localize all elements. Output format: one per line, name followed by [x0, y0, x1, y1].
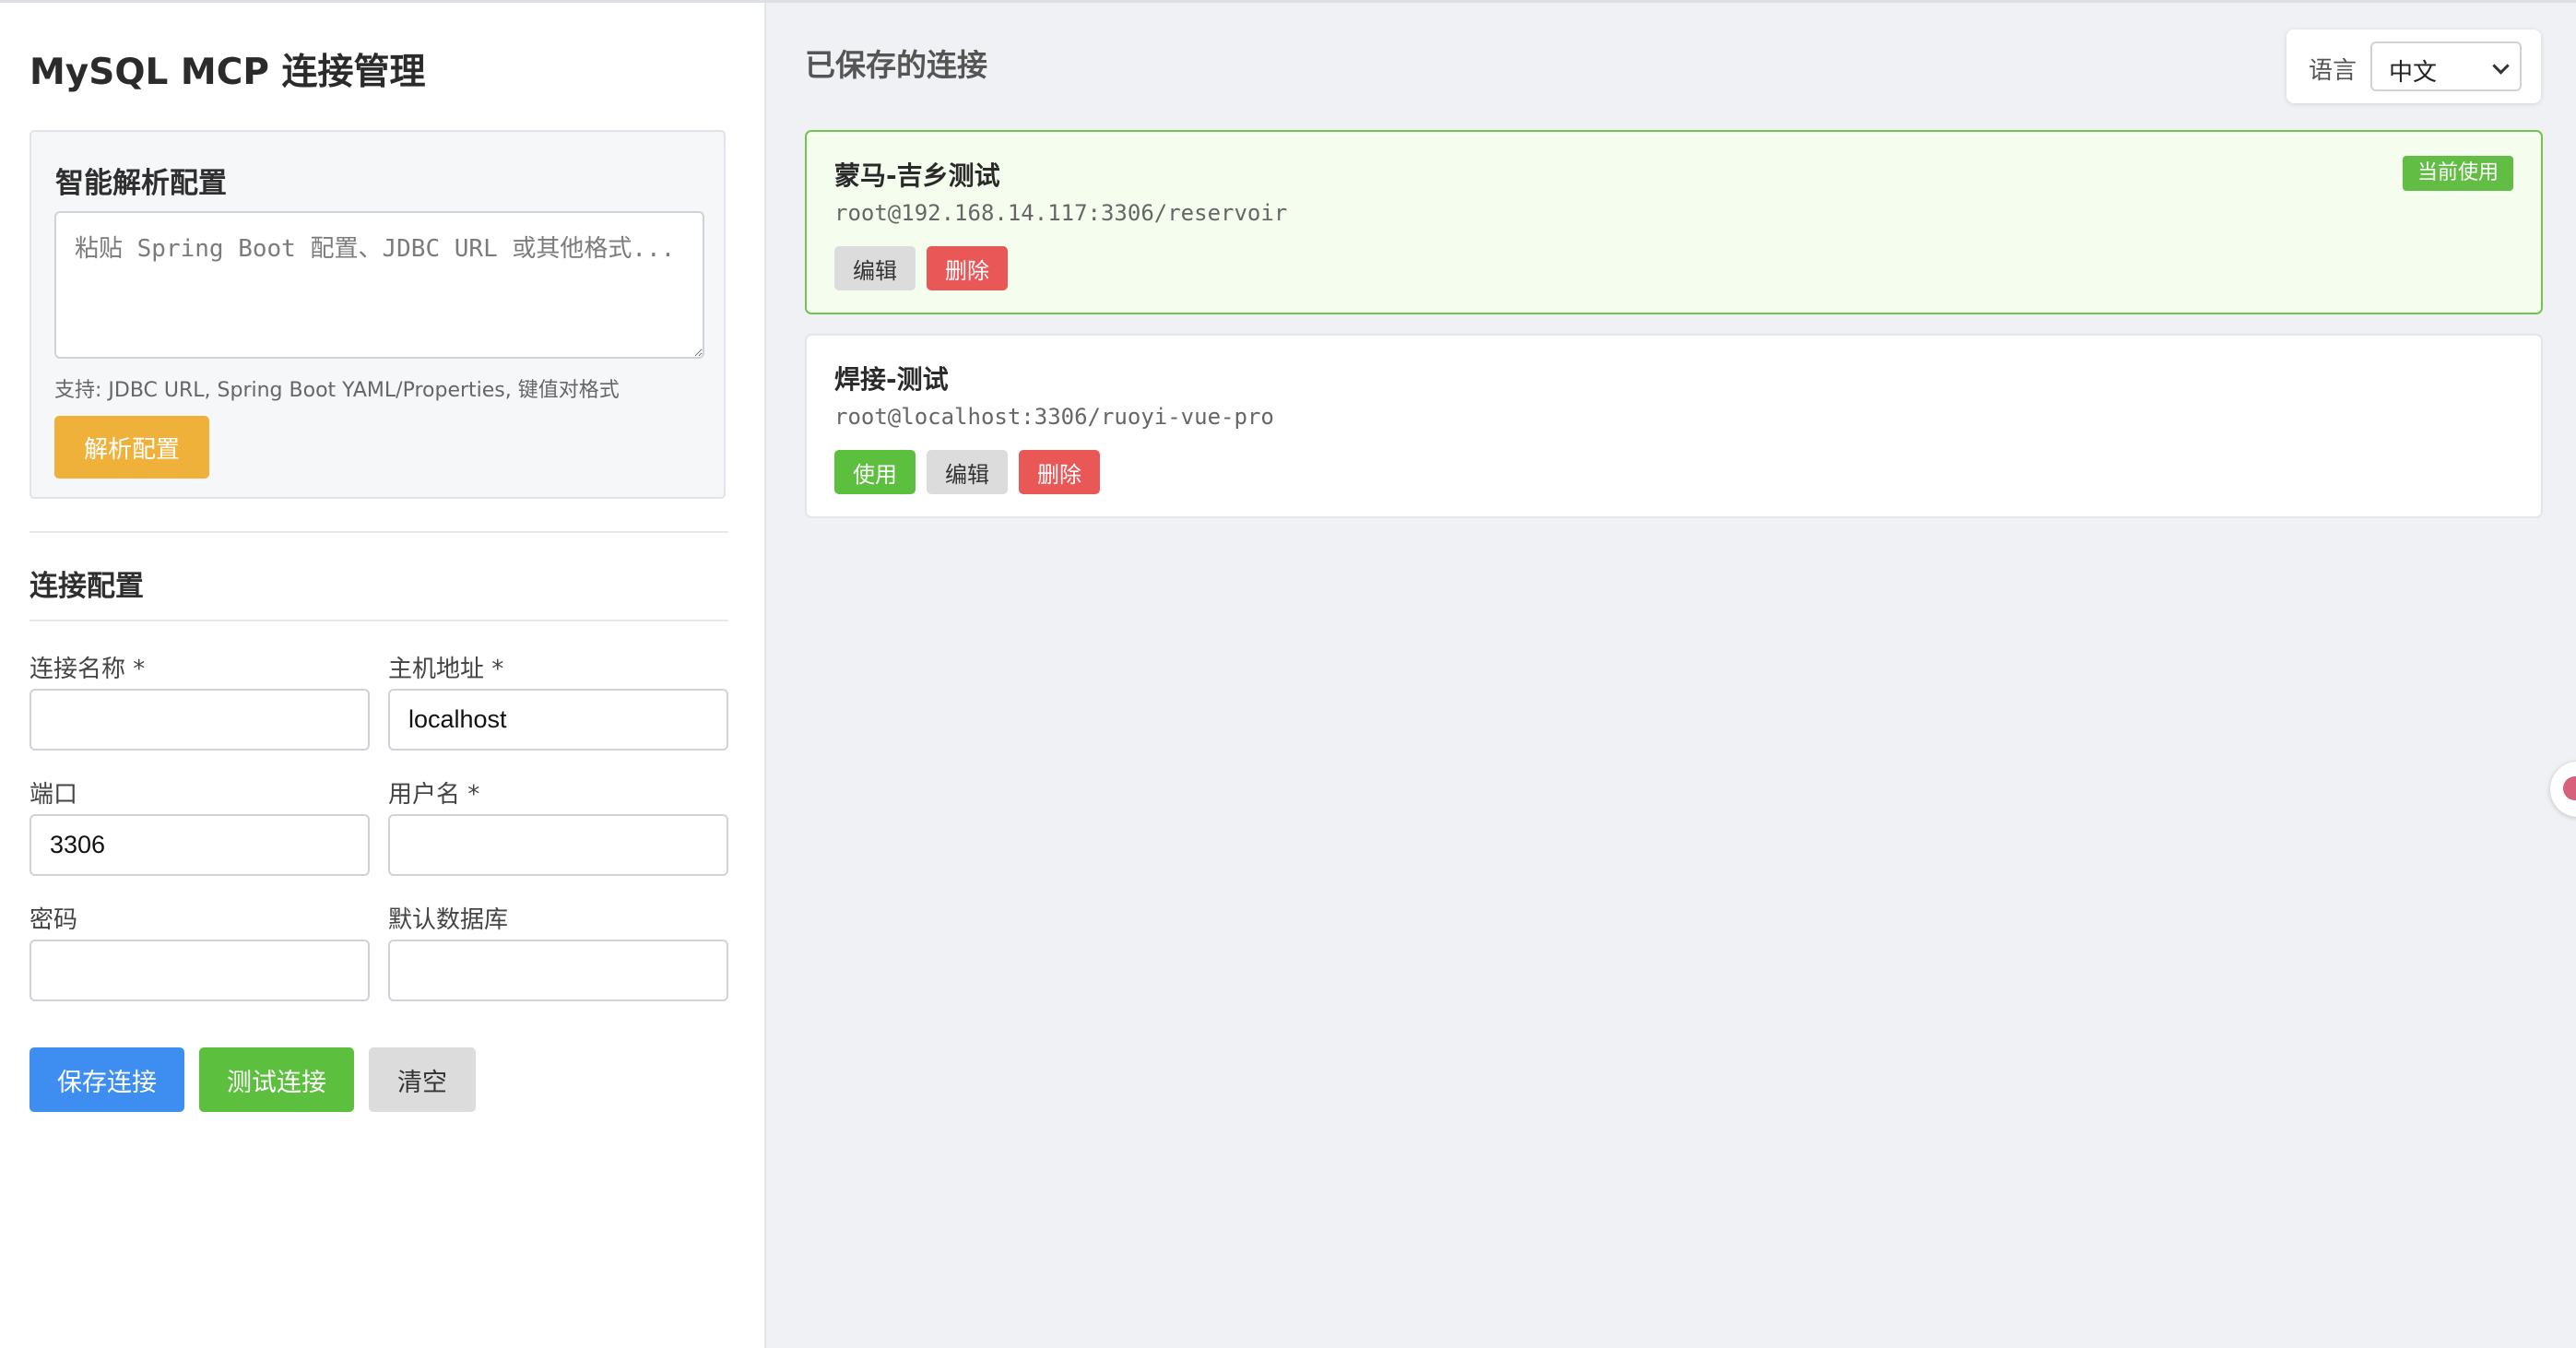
divider — [30, 531, 728, 533]
username-label: 用户名 * — [388, 781, 480, 809]
save-connection-button[interactable]: 保存连接 — [30, 1047, 184, 1112]
language-switcher: 语言 中文 — [2286, 30, 2541, 103]
clear-button[interactable]: 清空 — [369, 1047, 476, 1112]
parse-hint: 支持: JDBC URL, Spring Boot YAML/Propertie… — [54, 379, 620, 402]
delete-button[interactable]: 删除 — [927, 246, 1008, 290]
current-use-badge: 当前使用 — [2403, 156, 2513, 191]
test-connection-button[interactable]: 测试连接 — [199, 1047, 354, 1112]
language-select[interactable]: 中文 — [2370, 41, 2522, 91]
edit-button[interactable]: 编辑 — [834, 246, 916, 290]
language-label: 语言 — [2309, 57, 2357, 85]
connection-card-active: 蒙马-吉乡测试 root@192.168.14.117:3306/reservo… — [805, 130, 2543, 314]
parse-config-button[interactable]: 解析配置 — [54, 416, 209, 479]
connection-string: root@localhost:3306/ruoyi-vue-pro — [834, 404, 1274, 430]
connection-name: 蒙马-吉乡测试 — [834, 160, 1000, 191]
connection-string: root@192.168.14.117:3306/reservoir — [834, 200, 1288, 226]
smart-parse-section: 智能解析配置 支持: JDBC URL, Spring Boot YAML/Pr… — [30, 130, 726, 499]
chevron-down-icon — [2492, 57, 2510, 75]
username-input[interactable] — [388, 814, 728, 876]
port-label: 端口 — [30, 781, 78, 809]
config-paste-textarea[interactable] — [54, 211, 704, 359]
saved-connections-title: 已保存的连接 — [805, 47, 987, 83]
edit-button[interactable]: 编辑 — [927, 450, 1008, 494]
language-selected-value: 中文 — [2389, 59, 2438, 87]
connection-card: 焊接-测试 root@localhost:3306/ruoyi-vue-pro … — [805, 334, 2543, 518]
assistant-icon — [2563, 776, 2576, 800]
host-label: 主机地址 * — [388, 656, 504, 683]
smart-parse-title: 智能解析配置 — [55, 167, 227, 200]
left-panel: MySQL MCP 连接管理 智能解析配置 支持: JDBC URL, Spri… — [0, 3, 766, 1348]
host-input[interactable] — [388, 689, 728, 751]
connection-name-input[interactable] — [30, 689, 370, 751]
connection-config-title: 连接配置 — [30, 570, 144, 603]
divider — [30, 620, 728, 621]
delete-button[interactable]: 删除 — [1019, 450, 1100, 494]
default-database-label: 默认数据库 — [388, 906, 509, 934]
connection-name-label: 连接名称 * — [30, 656, 146, 683]
page-title: MySQL MCP 连接管理 — [30, 52, 426, 93]
password-label: 密码 — [30, 906, 78, 934]
port-input[interactable] — [30, 814, 370, 876]
connection-name: 焊接-测试 — [834, 364, 949, 395]
use-button[interactable]: 使用 — [834, 450, 916, 494]
password-input[interactable] — [30, 940, 370, 1001]
default-database-input[interactable] — [388, 940, 728, 1001]
